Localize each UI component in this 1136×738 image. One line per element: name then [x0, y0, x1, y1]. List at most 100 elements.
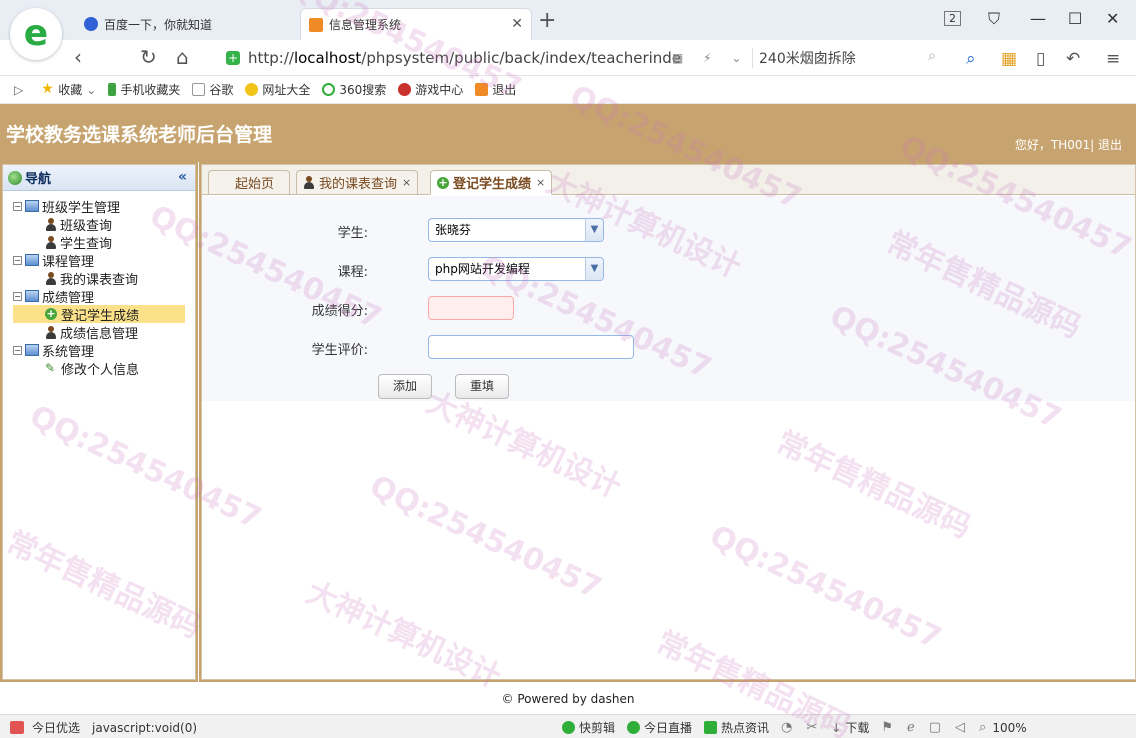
- chevron-down-icon[interactable]: ▼: [585, 219, 603, 241]
- browser-logo-icon[interactable]: e: [10, 8, 62, 60]
- url-field[interactable]: + http://localhost/phpsystem/public/back…: [226, 45, 746, 71]
- url-prefix: http://: [248, 49, 294, 67]
- search-engine-icon[interactable]: ⌕: [966, 49, 976, 69]
- back-icon[interactable]: ‹: [74, 46, 82, 68]
- search-icon[interactable]: ⌕: [928, 48, 936, 64]
- bookmark-360[interactable]: 360搜索: [322, 81, 386, 98]
- status-item-label: 下载: [845, 721, 870, 735]
- side-search-box[interactable]: 240米烟囱拆除 ⌕: [752, 48, 942, 68]
- minimize-icon[interactable]: —: [1030, 9, 1046, 28]
- reader-icon[interactable]: ▯: [1036, 49, 1045, 69]
- nav-group-class-student[interactable]: − 班级学生管理: [13, 197, 195, 216]
- chevron-down-icon[interactable]: ▼: [585, 258, 603, 280]
- collapse-toggle-icon[interactable]: −: [13, 291, 22, 301]
- secure-shield-icon: +: [226, 51, 240, 65]
- person-icon: [45, 235, 57, 249]
- volume-icon[interactable]: ◁: [955, 720, 965, 735]
- url-host: localhost: [293, 49, 362, 67]
- collapse-toggle-icon[interactable]: −: [13, 255, 22, 265]
- bookmarks-bar: ▷ ★ 收藏 ⌄ 手机收藏夹 谷歌 网址大全 360搜索 游戏中心 退出: [0, 76, 1136, 104]
- menu-icon[interactable]: ≡: [1106, 49, 1120, 69]
- xampp-favicon-icon: [309, 17, 323, 32]
- collapse-toggle-icon[interactable]: −: [13, 345, 22, 355]
- new-tab-icon[interactable]: +: [538, 10, 556, 32]
- reset-button[interactable]: 重填: [455, 374, 509, 399]
- status-clip[interactable]: 快剪辑: [562, 719, 615, 736]
- apps-icon[interactable]: ▦: [1001, 49, 1017, 69]
- nav-item-label: 登记学生成绩: [61, 308, 140, 324]
- nav-group-label: 成绩管理: [42, 290, 95, 306]
- add-icon: +: [437, 175, 449, 189]
- maximize-icon[interactable]: ☐: [1068, 9, 1082, 28]
- sites-icon: [245, 83, 259, 96]
- zoom-level[interactable]: 100%: [992, 721, 1026, 735]
- tab-home[interactable]: 起始页: [208, 170, 290, 195]
- monitor-icon: [25, 254, 39, 266]
- bookmark-mobile[interactable]: 手机收藏夹: [108, 81, 180, 98]
- nav-item-class-query[interactable]: 班级查询: [13, 215, 195, 234]
- pencil-icon: ✎: [45, 361, 56, 375]
- nav-group-course[interactable]: − 课程管理: [13, 251, 195, 270]
- nav-group-system[interactable]: − 系统管理: [13, 341, 195, 360]
- status-news[interactable]: 热点资讯: [704, 719, 769, 736]
- nav-item-student-query[interactable]: 学生查询: [13, 233, 195, 252]
- close-tab-icon[interactable]: ×: [402, 176, 411, 189]
- bookmark-sites[interactable]: 网址大全: [245, 81, 310, 98]
- person-icon: [45, 325, 57, 339]
- sidebar-toggle-icon[interactable]: ▷: [14, 83, 23, 97]
- tab-label: 起始页: [235, 177, 275, 192]
- tab-my-schedule[interactable]: 我的课表查询 ×: [296, 170, 419, 195]
- user-greeting-logout[interactable]: 您好，TH001| 退出: [1015, 136, 1122, 153]
- nav-item-my-schedule[interactable]: 我的课表查询: [13, 269, 195, 288]
- comment-input[interactable]: [428, 335, 634, 359]
- score-input[interactable]: [428, 296, 514, 320]
- bookmark-label: 退出: [492, 83, 517, 97]
- window-icon[interactable]: ▢: [929, 720, 941, 735]
- browser-tab-baidu[interactable]: 百度一下，你就知道: [76, 8, 298, 40]
- home-icon[interactable]: ⌂: [176, 46, 189, 68]
- bookmark-label: 网址大全: [262, 83, 311, 97]
- status-promo[interactable]: 今日优选: [32, 719, 80, 736]
- close-tab-icon[interactable]: ×: [536, 176, 545, 189]
- browser-navbar: ‹ ↻ ⌂ + http://localhost/phpsystem/publi…: [0, 40, 1136, 76]
- bookmark-games[interactable]: 游戏中心: [398, 81, 463, 98]
- collapse-toggle-icon[interactable]: −: [13, 201, 22, 211]
- phone-icon: [108, 83, 117, 96]
- course-select[interactable]: php网站开发编程 ▼: [428, 257, 604, 281]
- add-button[interactable]: 添加: [378, 374, 432, 399]
- nav-item-record-grades[interactable]: + 登记学生成绩: [13, 305, 185, 324]
- bookmark-favorites[interactable]: ★ 收藏 ⌄: [41, 81, 96, 98]
- student-select[interactable]: 张晓芬 ▼: [428, 218, 604, 242]
- undo-icon[interactable]: ↶: [1066, 49, 1080, 69]
- skin-icon[interactable]: ⛉: [988, 9, 1000, 29]
- close-tab-icon[interactable]: ✕: [511, 16, 523, 32]
- ie-icon[interactable]: ℯ: [907, 720, 915, 735]
- bookmark-label: 游戏中心: [415, 83, 464, 97]
- browser-tab-active[interactable]: 信息管理系统 ✕: [300, 8, 532, 40]
- person-icon: [303, 176, 315, 189]
- nav-item-label: 班级查询: [60, 218, 113, 234]
- refresh-icon[interactable]: ↻: [140, 46, 157, 68]
- tools-icon[interactable]: ✂: [806, 720, 817, 735]
- app-title: 学校教务选课系统老师后台管理: [6, 124, 273, 146]
- nav-group-grades[interactable]: − 成绩管理: [13, 287, 195, 306]
- collapse-icon[interactable]: «: [178, 169, 187, 185]
- bookmark-exit[interactable]: 退出: [475, 81, 516, 98]
- status-live[interactable]: 今日直播: [627, 719, 692, 736]
- close-window-icon[interactable]: ✕: [1106, 9, 1119, 28]
- nav-group-label: 班级学生管理: [42, 200, 121, 216]
- nav-item-edit-profile[interactable]: ✎ 修改个人信息: [13, 359, 195, 378]
- speed-icon[interactable]: ◔: [781, 720, 792, 735]
- status-download[interactable]: ↓ 下载: [831, 719, 869, 736]
- flag-icon[interactable]: ⚑: [881, 720, 893, 735]
- tab-count-badge[interactable]: 2: [944, 11, 961, 26]
- nav-item-label: 学生查询: [60, 236, 113, 252]
- zoom-icon[interactable]: ⌕: [979, 720, 986, 735]
- grade-form: 学生: 张晓芬 ▼ 课程: php网站开发编程 ▼ 成绩得分: 学生评价: 添加…: [202, 196, 1135, 401]
- bookmark-google[interactable]: 谷歌: [192, 81, 233, 98]
- person-icon: [45, 217, 57, 231]
- url-tools-icon[interactable]: ▦ ⚡ ⌄: [672, 51, 749, 65]
- tab-record-grades[interactable]: + 登记学生成绩 ×: [430, 170, 553, 195]
- download-icon: ↓: [831, 720, 842, 735]
- nav-item-grade-management[interactable]: 成绩信息管理: [13, 323, 195, 342]
